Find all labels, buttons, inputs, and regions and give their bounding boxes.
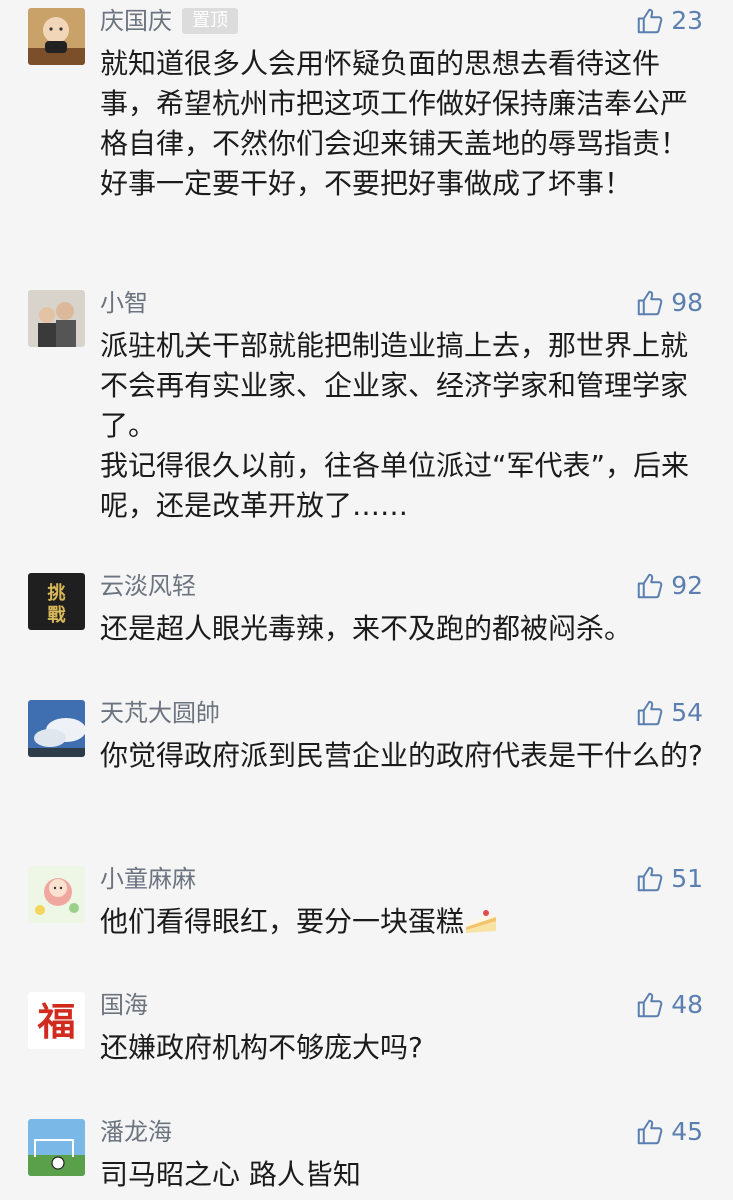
- comment-text: 还嫌政府机构不够庞大吗?: [100, 1028, 705, 1068]
- avatar[interactable]: [28, 1119, 85, 1176]
- like-button[interactable]: 54: [635, 698, 703, 728]
- like-count: 92: [671, 571, 703, 600]
- pinned-badge: 置顶: [182, 8, 238, 34]
- like-button[interactable]: 51: [635, 864, 703, 894]
- comment-paragraph: 司马昭之心 路人皆知: [100, 1158, 361, 1191]
- thumbs-up-icon: [637, 866, 663, 892]
- fu-character: 福: [36, 999, 75, 1044]
- username[interactable]: 潘龙海: [100, 1117, 172, 1147]
- like-count: 48: [671, 990, 703, 1019]
- avatar[interactable]: [28, 8, 85, 65]
- comment-paragraph: 还嫌政府机构不够庞大吗?: [100, 1031, 423, 1064]
- like-button[interactable]: 98: [635, 288, 703, 318]
- username[interactable]: 天芃大圆帥: [100, 698, 220, 728]
- avatar[interactable]: 福: [28, 992, 85, 1049]
- thumbs-up-icon: [637, 992, 663, 1018]
- username[interactable]: 小智: [100, 288, 148, 318]
- thumbs-up-icon: [637, 1119, 663, 1145]
- like-button[interactable]: 48: [635, 990, 703, 1020]
- like-button[interactable]: 23: [635, 6, 703, 36]
- comment-text: 就知道很多人会用怀疑负面的思想去看待这件事，希望杭州市把这项工作做好保持廉洁奉公…: [100, 44, 705, 204]
- comment-paragraph: 派驻机关干部就能把制造业搞上去，那世界上就不会再有实业家、企业家、经济学家和管理…: [100, 329, 689, 442]
- comment-text: 他们看得眼红，要分一块蛋糕: [100, 902, 705, 942]
- username[interactable]: 国海: [100, 990, 148, 1020]
- comment-text: 还是超人眼光毒辣，来不及跑的都被闷杀。: [100, 609, 705, 649]
- comment-paragraph: 还是超人眼光毒辣，来不及跑的都被闷杀。: [100, 612, 633, 645]
- comment-text: 派驻机关干部就能把制造业搞上去，那世界上就不会再有实业家、企业家、经济学家和管理…: [100, 326, 705, 526]
- username[interactable]: 云淡风轻: [100, 571, 196, 601]
- comment-paragraph: 你觉得政府派到民营企业的政府代表是干什么的?: [100, 739, 703, 772]
- like-count: 45: [671, 1117, 703, 1146]
- username[interactable]: 庆国庆: [100, 6, 172, 36]
- avatar[interactable]: [28, 866, 85, 923]
- like-button[interactable]: 45: [635, 1117, 703, 1147]
- thumbs-up-icon: [637, 290, 663, 316]
- comment-text: 你觉得政府派到民营企业的政府代表是干什么的?: [100, 736, 705, 776]
- comment-paragraph: 我记得很久以前，往各单位派过“军代表”，后来呢，还是改革开放了……: [100, 449, 690, 522]
- thumbs-up-icon: [637, 8, 663, 34]
- like-button[interactable]: 92: [635, 571, 703, 601]
- thumbs-up-icon: [637, 573, 663, 599]
- like-count: 23: [671, 6, 703, 35]
- comment-paragraph-text: 他们看得眼红，要分一块蛋糕: [100, 905, 465, 938]
- comment-text: 司马昭之心 路人皆知: [100, 1155, 705, 1195]
- username[interactable]: 小童麻麻: [100, 864, 196, 894]
- avatar[interactable]: [28, 700, 85, 757]
- avatar[interactable]: [28, 290, 85, 347]
- avatar[interactable]: 挑 戰: [28, 573, 85, 630]
- svg-text:戰: 戰: [48, 605, 66, 626]
- comment-feed: 庆国庆 置顶 23 就知道很多人会用怀疑负面的思想去看待这件事，希望杭州市把这项…: [0, 0, 733, 1200]
- thumbs-up-icon: [637, 700, 663, 726]
- like-count: 51: [671, 864, 703, 893]
- comment-paragraph: 就知道很多人会用怀疑负面的思想去看待这件事，希望杭州市把这项工作做好保持廉洁奉公…: [100, 47, 689, 200]
- cake-emoji: [464, 905, 498, 935]
- like-count: 54: [671, 698, 703, 727]
- comment-paragraph: 他们看得眼红，要分一块蛋糕: [100, 902, 705, 942]
- like-count: 98: [671, 288, 703, 317]
- svg-text:挑: 挑: [48, 582, 66, 604]
